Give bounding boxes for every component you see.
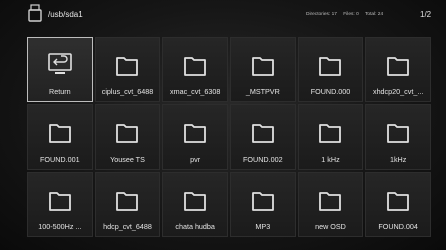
tile-label: Return — [49, 87, 71, 97]
folder-icon — [387, 124, 410, 144]
tile-label: ciplus_cvt_6488 — [101, 87, 154, 97]
folder-icon — [319, 124, 342, 144]
tile-label: Yousee TS — [110, 154, 145, 164]
folder-icon — [116, 124, 139, 144]
files-count: Files: 0 — [343, 12, 359, 17]
folder-tile[interactable]: FOUND.001 — [27, 104, 93, 170]
tile-label: pvr — [190, 154, 201, 164]
current-path: /usb/sda1 — [48, 10, 83, 19]
folder-icon — [251, 57, 274, 76]
folder-tile[interactable]: new OSD — [297, 171, 364, 237]
tile-label: chata hudba — [175, 222, 215, 231]
tile-label: new OSD — [315, 222, 346, 231]
directory-stats: Directories: 17 Files: 0 Total: 24 — [306, 12, 388, 17]
tile-label: 100-500Hz ... — [38, 222, 82, 231]
folder-tile[interactable]: ciplus_cvt_6488 — [94, 37, 161, 103]
file-browser-screen: /usb/sda1 Directories: 17 Files: 0 Total… — [0, 0, 446, 250]
folder-icon — [251, 124, 274, 144]
folder-icon — [48, 191, 71, 211]
folder-tile[interactable]: xmac_cvt_6308 — [162, 37, 228, 103]
return-tile[interactable]: Return — [27, 37, 93, 103]
return-icon — [48, 53, 72, 74]
folder-icon — [184, 124, 207, 144]
header-bar: /usb/sda1 Directories: 17 Files: 0 Total… — [0, 0, 446, 30]
tile-label: MP3 — [255, 222, 271, 231]
folder-tile[interactable]: 1 kHz — [297, 104, 364, 170]
file-grid: Return ciplus_cvt_6488 xmac_cvt_6308 _MS… — [27, 37, 431, 237]
tile-label: hdcp_cvt_6488 — [103, 222, 152, 231]
folder-tile[interactable]: pvr — [162, 104, 228, 170]
folder-tile[interactable]: Yousee TS — [94, 104, 161, 170]
usb-drive-icon — [28, 4, 42, 22]
folder-tile[interactable]: 100-500Hz ... — [27, 171, 93, 237]
tile-label: 1kHz — [389, 154, 407, 164]
folder-icon — [387, 57, 410, 76]
folder-icon — [184, 191, 207, 211]
folder-tile[interactable]: _MSTPVR — [229, 37, 296, 103]
directories-count: Directories: 17 — [306, 12, 337, 17]
folder-icon — [48, 124, 71, 144]
folder-tile[interactable]: MP3 — [229, 171, 296, 237]
total-count: Total: 24 — [365, 12, 384, 17]
folder-tile[interactable]: FOUND.000 — [297, 37, 364, 103]
tile-label: xmac_cvt_6308 — [169, 87, 221, 97]
tile-label: xhdcp20_cvt_... — [372, 87, 424, 97]
folder-icon — [319, 191, 342, 211]
folder-icon — [387, 191, 410, 211]
folder-icon — [319, 57, 342, 76]
tile-label: 1 kHz — [321, 154, 340, 164]
tile-label: FOUND.002 — [243, 154, 283, 164]
tile-label: FOUND.000 — [310, 87, 351, 97]
folder-tile[interactable]: FOUND.004 — [365, 171, 431, 237]
folder-tile[interactable]: xhdcp20_cvt_... — [365, 37, 431, 103]
folder-tile[interactable]: 1kHz — [365, 104, 431, 170]
folder-tile[interactable]: hdcp_cvt_6488 — [94, 171, 161, 237]
folder-tile[interactable]: chata hudba — [162, 171, 228, 237]
folder-icon — [184, 57, 207, 76]
tile-label: FOUND.001 — [40, 154, 80, 164]
tile-label: FOUND.004 — [378, 222, 418, 231]
tile-label: _MSTPVR — [245, 87, 280, 97]
folder-icon — [116, 191, 139, 211]
folder-icon — [116, 57, 139, 76]
folder-tile[interactable]: FOUND.002 — [229, 104, 296, 170]
folder-icon — [251, 191, 274, 211]
page-indicator: 1/2 — [420, 10, 432, 19]
